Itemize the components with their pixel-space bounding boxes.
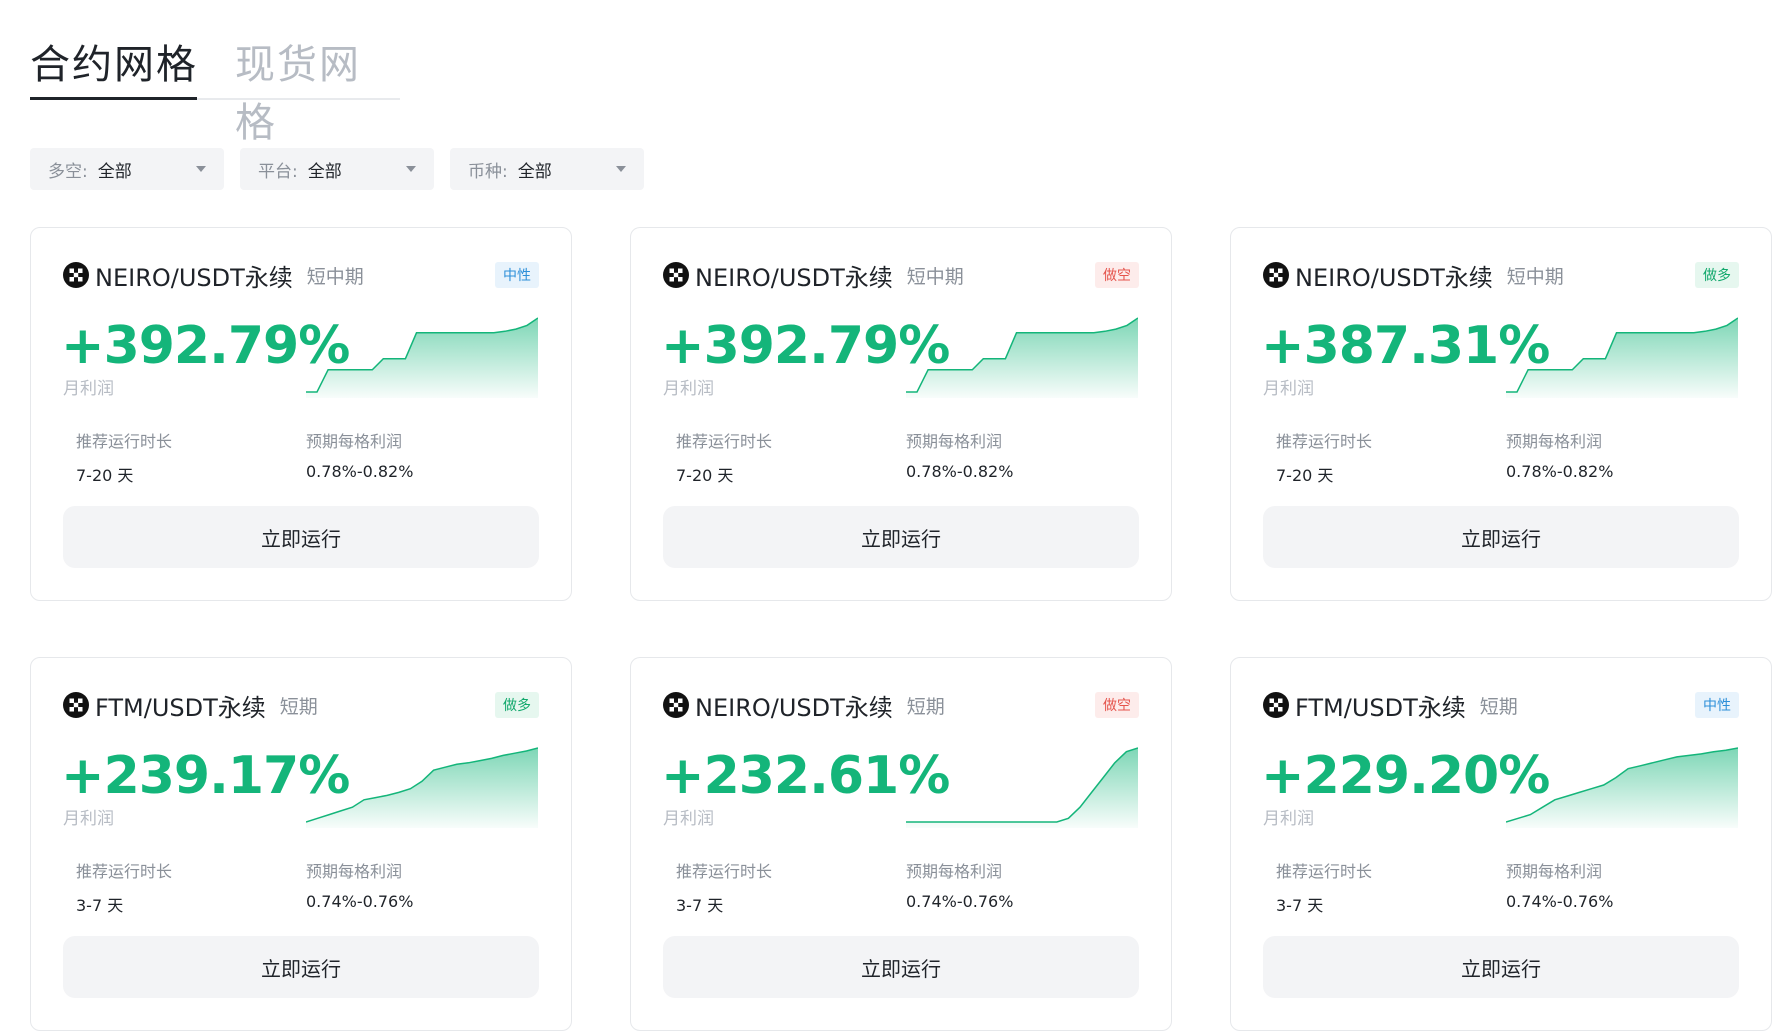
grid-profit-label: 预期每格利润 — [306, 862, 403, 881]
profit-sparkline — [1506, 317, 1738, 398]
okx-coin-icon — [63, 692, 89, 718]
grid-type-tabs: 合约网格 现货网格 — [30, 18, 400, 146]
run-now-button[interactable]: 立即运行 — [663, 506, 1139, 568]
grid-profit-label: 预期每格利润 — [906, 432, 1003, 451]
run-now-button[interactable]: 立即运行 — [63, 936, 539, 998]
duration-value: 3-7 天 — [1276, 896, 1324, 915]
period-label: 短中期 — [306, 265, 364, 288]
run-now-button[interactable]: 立即运行 — [1263, 936, 1739, 998]
monthly-profit-label: 月利润 — [663, 809, 714, 829]
duration-label: 推荐运行时长 — [76, 862, 173, 881]
okx-coin-icon — [1263, 262, 1289, 288]
filter-value: 全部 — [97, 161, 132, 182]
chevron-down-icon — [616, 166, 626, 172]
strategy-card[interactable]: NEIRO/USDT永续 短中期 做空 +392.79% 月利润 推荐运行时长 … — [630, 227, 1172, 601]
period-label: 短期 — [1479, 695, 1518, 718]
duration-value: 3-7 天 — [76, 896, 124, 915]
trading-pair: NEIRO/USDT永续 — [695, 263, 893, 292]
grid-profit-value: 0.78%-0.82% — [1506, 462, 1614, 481]
trading-pair: NEIRO/USDT永续 — [95, 263, 293, 292]
filter-value: 全部 — [307, 161, 342, 182]
trading-pair: FTM/USDT永续 — [1295, 693, 1466, 722]
monthly-profit-label: 月利润 — [1263, 379, 1314, 399]
grid-profit-value: 0.74%-0.76% — [306, 892, 414, 911]
filter-value: 全部 — [517, 161, 552, 182]
grid-profit-label: 预期每格利润 — [906, 862, 1003, 881]
period-label: 短中期 — [906, 265, 964, 288]
card-header: NEIRO/USDT永续 短期 做空 — [663, 688, 1139, 722]
strategy-card[interactable]: NEIRO/USDT永续 短中期 中性 +392.79% 月利润 推荐运行时长 … — [30, 227, 572, 601]
duration-value: 7-20 天 — [676, 466, 734, 485]
duration-label: 推荐运行时长 — [1276, 862, 1373, 881]
profit-sparkline — [1506, 747, 1738, 828]
grid-profit-value: 0.78%-0.82% — [306, 462, 414, 481]
okx-coin-icon — [663, 692, 689, 718]
direction-badge: 中性 — [495, 262, 539, 288]
run-now-button[interactable]: 立即运行 — [63, 506, 539, 568]
card-header: NEIRO/USDT永续 短中期 做多 — [1263, 258, 1739, 292]
card-header: FTM/USDT永续 短期 中性 — [1263, 688, 1739, 722]
chevron-down-icon — [196, 166, 206, 172]
strategy-card[interactable]: FTM/USDT永续 短期 做多 +239.17% 月利润 推荐运行时长 3-7… — [30, 657, 572, 1031]
duration-label: 推荐运行时长 — [76, 432, 173, 451]
profit-sparkline — [306, 317, 538, 398]
trading-pair: NEIRO/USDT永续 — [1295, 263, 1493, 292]
period-label: 短期 — [279, 695, 318, 718]
profit-sparkline — [906, 747, 1138, 828]
trading-pair: NEIRO/USDT永续 — [695, 693, 893, 722]
grid-profit-label: 预期每格利润 — [1506, 862, 1603, 881]
monthly-profit-label: 月利润 — [663, 379, 714, 399]
coin-filter[interactable]: 币种: 全部 — [450, 148, 644, 190]
duration-value: 3-7 天 — [676, 896, 724, 915]
chevron-down-icon — [406, 166, 416, 172]
monthly-profit-label: 月利润 — [1263, 809, 1314, 829]
okx-coin-icon — [1263, 692, 1289, 718]
tab-contract-grid[interactable]: 合约网格 — [30, 32, 198, 90]
run-now-button[interactable]: 立即运行 — [1263, 506, 1739, 568]
grid-profit-value: 0.74%-0.76% — [906, 892, 1014, 911]
period-label: 短期 — [906, 695, 945, 718]
card-header: FTM/USDT永续 短期 做多 — [63, 688, 539, 722]
monthly-profit-label: 月利润 — [63, 809, 114, 829]
card-header: NEIRO/USDT永续 短中期 中性 — [63, 258, 539, 292]
direction-badge: 做多 — [495, 692, 539, 718]
duration-label: 推荐运行时长 — [676, 862, 773, 881]
period-label: 短中期 — [1506, 265, 1564, 288]
strategy-card[interactable]: FTM/USDT永续 短期 中性 +229.20% 月利润 推荐运行时长 3-7… — [1230, 657, 1772, 1031]
direction-filter[interactable]: 多空: 全部 — [30, 148, 224, 190]
card-header: NEIRO/USDT永续 短中期 做空 — [663, 258, 1139, 292]
profit-sparkline — [306, 747, 538, 828]
platform-filter[interactable]: 平台: 全部 — [240, 148, 434, 190]
monthly-profit-label: 月利润 — [63, 379, 114, 399]
duration-label: 推荐运行时长 — [1276, 432, 1373, 451]
grid-profit-label: 预期每格利润 — [306, 432, 403, 451]
grid-profit-value: 0.74%-0.76% — [1506, 892, 1614, 911]
filter-bar: 多空: 全部 平台: 全部 币种: 全部 — [30, 148, 644, 190]
direction-badge: 做多 — [1695, 262, 1739, 288]
grid-profit-label: 预期每格利润 — [1506, 432, 1603, 451]
tab-spot-grid[interactable]: 现货网格 — [235, 32, 400, 148]
duration-value: 7-20 天 — [1276, 466, 1334, 485]
filter-label: 多空: — [48, 161, 88, 182]
okx-coin-icon — [663, 262, 689, 288]
run-now-button[interactable]: 立即运行 — [663, 936, 1139, 998]
trading-pair: FTM/USDT永续 — [95, 693, 266, 722]
strategy-card[interactable]: NEIRO/USDT永续 短期 做空 +232.61% 月利润 推荐运行时长 3… — [630, 657, 1172, 1031]
filter-label: 平台: — [258, 161, 298, 182]
filter-label: 币种: — [468, 161, 508, 182]
duration-value: 7-20 天 — [76, 466, 134, 485]
active-tab-indicator — [30, 97, 197, 100]
okx-coin-icon — [63, 262, 89, 288]
direction-badge: 做空 — [1095, 692, 1139, 718]
grid-profit-value: 0.78%-0.82% — [906, 462, 1014, 481]
direction-badge: 做空 — [1095, 262, 1139, 288]
direction-badge: 中性 — [1695, 692, 1739, 718]
duration-label: 推荐运行时长 — [676, 432, 773, 451]
strategy-card-grid: NEIRO/USDT永续 短中期 中性 +392.79% 月利润 推荐运行时长 … — [30, 227, 1772, 1031]
strategy-card[interactable]: NEIRO/USDT永续 短中期 做多 +387.31% 月利润 推荐运行时长 … — [1230, 227, 1772, 601]
profit-sparkline — [906, 317, 1138, 398]
